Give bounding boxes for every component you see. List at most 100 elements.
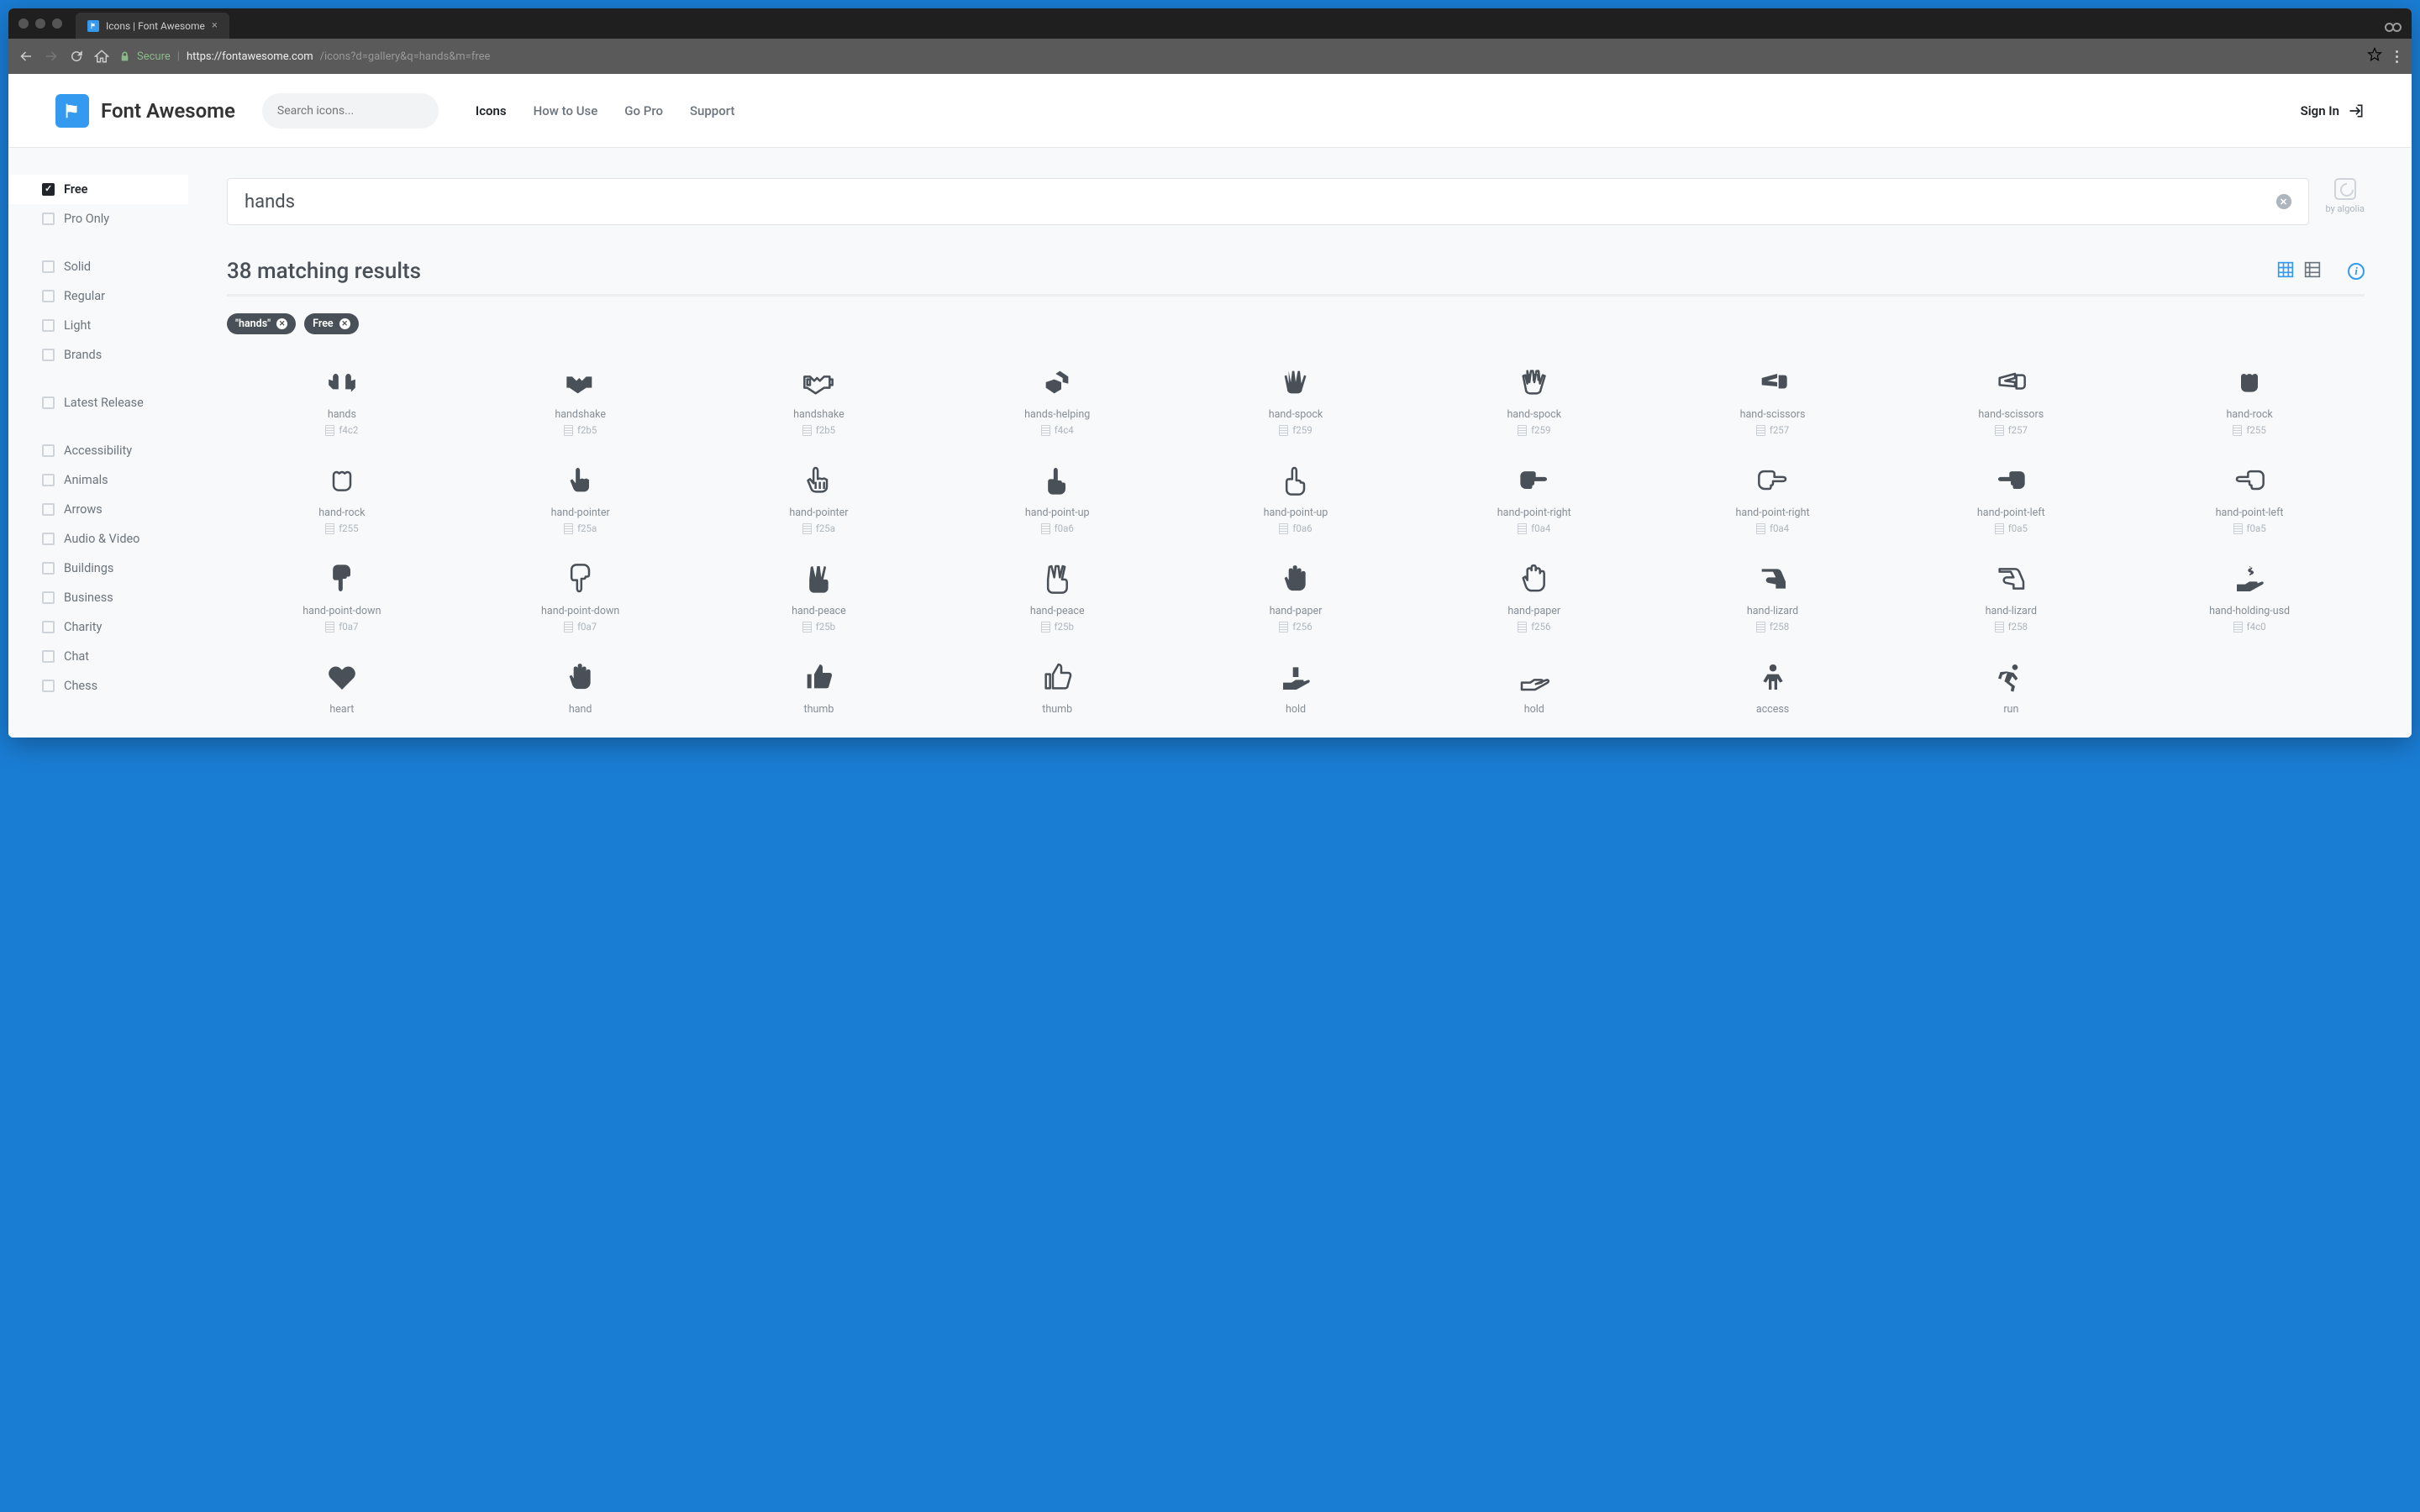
- sidebar-filter-light[interactable]: Light: [8, 311, 188, 340]
- nav-icons[interactable]: Icons: [476, 103, 507, 118]
- gallery-search-input[interactable]: [245, 192, 2276, 213]
- sidebar-filter-pro[interactable]: Pro Only: [8, 204, 188, 234]
- address-bar[interactable]: Secure | https://fontawesome.com/icons?d…: [119, 50, 2357, 63]
- nav-how-to-use[interactable]: How to Use: [534, 103, 598, 118]
- sidebar-cat-chess[interactable]: Chess: [8, 671, 188, 701]
- bookmark-button[interactable]: [2367, 47, 2382, 66]
- info-button[interactable]: i: [2348, 263, 2365, 280]
- sidebar-cat-buildings[interactable]: Buildings: [8, 554, 188, 583]
- icon-card[interactable]: hand-lizard f258: [1658, 554, 1888, 638]
- browser-toolbar: Secure | https://fontawesome.com/icons?d…: [8, 39, 2412, 74]
- browser-titlebar: Icons | Font Awesome ×: [8, 8, 2412, 39]
- back-button[interactable]: [18, 49, 34, 64]
- hand-scissors-icon: [1896, 363, 2126, 402]
- sidebar-cat-arrows[interactable]: Arrows: [8, 495, 188, 524]
- icon-card[interactable]: heart: [227, 653, 457, 721]
- icon-card[interactable]: hand-point-downf0a7: [466, 554, 696, 638]
- icon-card[interactable]: hand-paperf256: [1181, 554, 1411, 638]
- close-icon[interactable]: ✕: [339, 318, 350, 329]
- icon-code: f0a7: [466, 621, 696, 633]
- icon-name: thumb: [942, 703, 1172, 716]
- sidebar-cat-animals[interactable]: Animals: [8, 465, 188, 495]
- icon-name: run: [1896, 703, 2126, 716]
- icon-code: f0a5: [1896, 522, 2126, 534]
- icon-name: hand-lizard: [1658, 605, 1888, 617]
- sidebar-filter-latest[interactable]: Latest Release: [8, 388, 188, 417]
- header-search[interactable]: [262, 93, 439, 129]
- chip-free[interactable]: Free✕: [304, 313, 359, 334]
- icon-name: hand-spock: [1419, 408, 1649, 421]
- window-controls[interactable]: [18, 18, 62, 29]
- icon-card[interactable]: hand-pointerf25a: [466, 456, 696, 539]
- search-input[interactable]: [277, 104, 427, 118]
- sidebar-filter-free[interactable]: Free: [8, 175, 188, 204]
- close-icon[interactable]: ✕: [276, 318, 287, 329]
- icon-name: hand-point-left: [1896, 507, 2126, 519]
- nav-support[interactable]: Support: [690, 103, 734, 118]
- icon-name: hands: [227, 408, 457, 421]
- icon-card[interactable]: hand-point-leftf0a5: [2134, 456, 2365, 539]
- icon-code: f0a5: [2134, 522, 2365, 534]
- sidebar-cat-chat[interactable]: Chat: [8, 642, 188, 671]
- sidebar-cat-charity[interactable]: Charity: [8, 612, 188, 642]
- icon-card[interactable]: hand-scissorsf257: [1896, 358, 2126, 441]
- chip-query[interactable]: "hands"✕: [227, 313, 296, 334]
- icon-card[interactable]: hand-rockf255: [2134, 358, 2365, 441]
- icon-code: f258: [1658, 621, 1888, 633]
- icon-card[interactable]: handsf4c2: [227, 358, 457, 441]
- icon-code: f256: [1181, 621, 1411, 633]
- icon-card[interactable]: hand-scissorsf257: [1658, 358, 1888, 441]
- sidebar-filter-regular[interactable]: Regular: [8, 281, 188, 311]
- icon-card[interactable]: hand-peacef25b: [942, 554, 1172, 638]
- forward-button: [44, 49, 59, 64]
- browser-tab[interactable]: Icons | Font Awesome ×: [76, 13, 229, 39]
- icon-card[interactable]: hand-paperf256: [1419, 554, 1649, 638]
- sign-in-button[interactable]: Sign In: [2301, 102, 2365, 119]
- sidebar-cat-audio-video[interactable]: Audio & Video: [8, 524, 188, 554]
- icon-card[interactable]: handshakef2b5: [466, 358, 696, 441]
- clear-search-button[interactable]: ✕: [2276, 194, 2291, 209]
- hold-icon: [1419, 658, 1649, 696]
- sidebar-cat-business[interactable]: Business: [8, 583, 188, 612]
- icon-card[interactable]: hand-holding-usdf4c0: [2134, 554, 2365, 638]
- icon-card[interactable]: thumb: [704, 653, 934, 721]
- icon-card[interactable]: thumb: [942, 653, 1172, 721]
- grid-view-button[interactable]: [2277, 261, 2294, 281]
- icon-card[interactable]: hand-peacef25b: [704, 554, 934, 638]
- icon-card[interactable]: hand: [466, 653, 696, 721]
- icon-card[interactable]: access: [1658, 653, 1888, 721]
- icon-card[interactable]: hand-spockf259: [1181, 358, 1411, 441]
- gallery-search[interactable]: ✕: [227, 178, 2309, 225]
- icon-card[interactable]: hand-point-rightf0a4: [1658, 456, 1888, 539]
- icon-card[interactable]: hold: [1419, 653, 1649, 721]
- icon-card[interactable]: run: [1896, 653, 2126, 721]
- close-icon[interactable]: ×: [212, 19, 218, 32]
- icon-code: f25a: [466, 522, 696, 534]
- brand[interactable]: Font Awesome: [55, 94, 235, 128]
- reload-button[interactable]: [69, 49, 84, 64]
- nav-go-pro[interactable]: Go Pro: [624, 103, 663, 118]
- sidebar-filter-brands[interactable]: Brands: [8, 340, 188, 370]
- icon-name: hand-point-right: [1658, 507, 1888, 519]
- icon-card[interactable]: hand-point-downf0a7: [227, 554, 457, 638]
- icon-card[interactable]: hand-lizardf258: [1896, 554, 2126, 638]
- icon-card[interactable]: hand-point-upf0a6: [1181, 456, 1411, 539]
- icon-name: hand-point-down: [227, 605, 457, 617]
- sidebar-cat-accessibility[interactable]: Accessibility: [8, 436, 188, 465]
- sidebar-filter-solid[interactable]: Solid: [8, 252, 188, 281]
- icon-card[interactable]: hand-point-left f0a5: [1896, 456, 2126, 539]
- home-button[interactable]: [94, 49, 109, 64]
- list-view-button[interactable]: [2304, 261, 2321, 281]
- hand-point-right-icon: [1658, 461, 1888, 500]
- icon-card[interactable]: hands-helpingf4c4: [942, 358, 1172, 441]
- icon-card[interactable]: hand-spockf259: [1419, 358, 1649, 441]
- icon-card[interactable]: hand-pointerf25a: [704, 456, 934, 539]
- icon-name: hold: [1181, 703, 1411, 716]
- icon-card[interactable]: hand-rockf255: [227, 456, 457, 539]
- icon-card[interactable]: hand-point-rightf0a4: [1419, 456, 1649, 539]
- browser-menu-button[interactable]: [2392, 47, 2402, 66]
- icon-card[interactable]: handshakef2b5: [704, 358, 934, 441]
- icon-name: handshake: [704, 408, 934, 421]
- icon-card[interactable]: hold: [1181, 653, 1411, 721]
- icon-card[interactable]: hand-point-upf0a6: [942, 456, 1172, 539]
